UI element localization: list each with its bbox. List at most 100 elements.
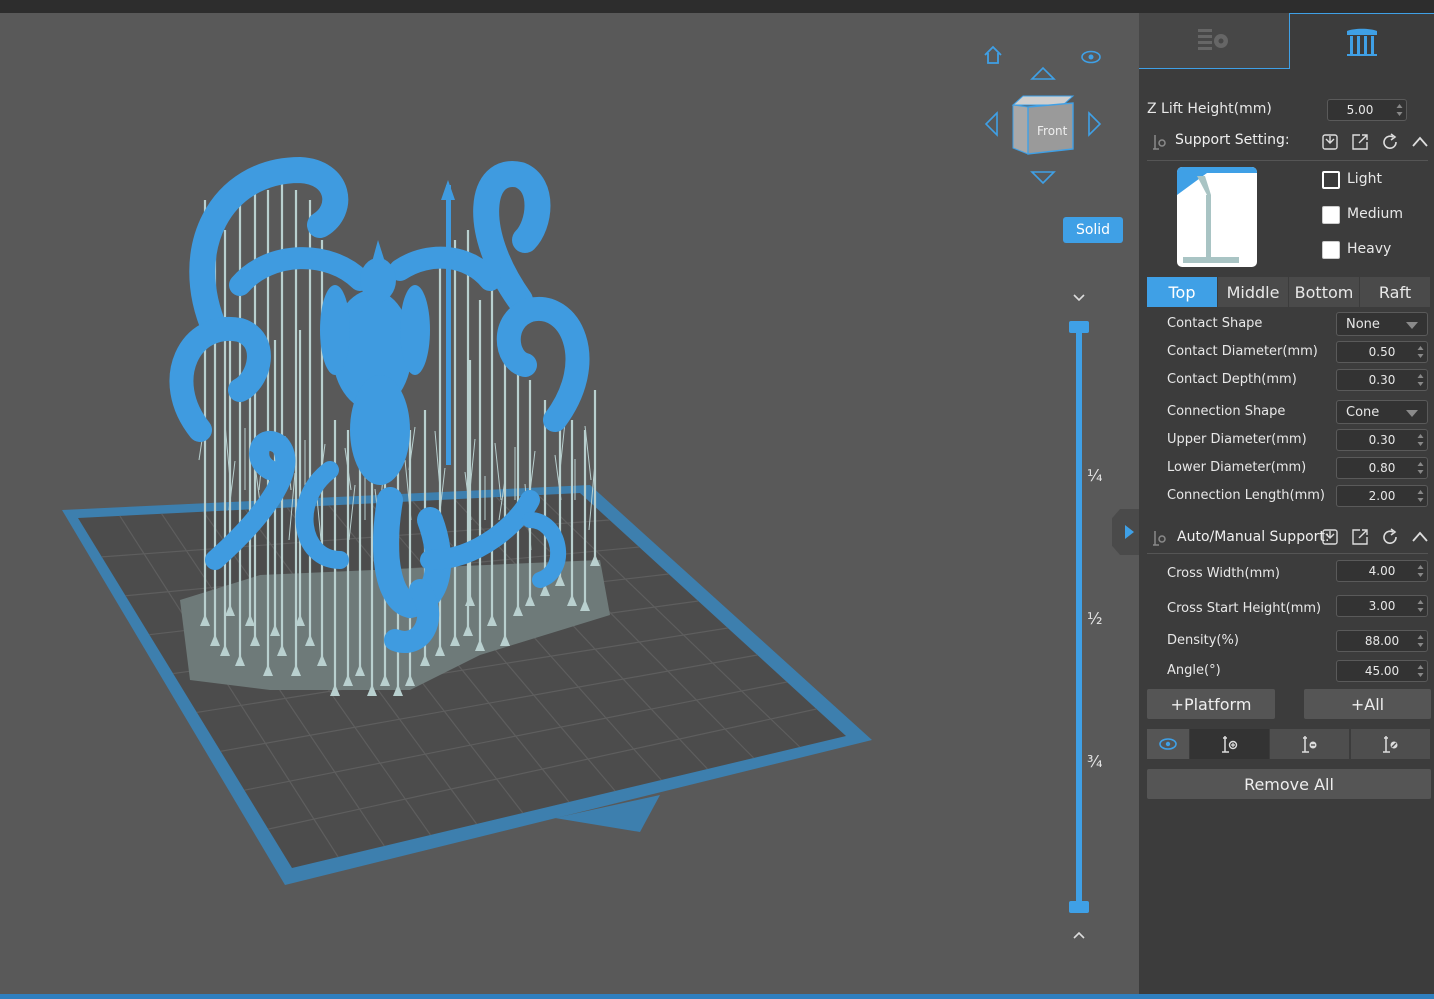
spinner-arrows-icon[interactable]: [1417, 563, 1424, 579]
spinner-arrows-icon[interactable]: [1417, 633, 1424, 649]
arrow-left-icon: [984, 111, 998, 137]
tab-raft[interactable]: Raft: [1360, 277, 1430, 307]
support-setting-title: Support Setting:: [1175, 132, 1290, 148]
layer-mark-half: ½: [1087, 609, 1103, 628]
list-gear-icon: [1198, 29, 1228, 50]
cross-start-height-input[interactable]: 3.00: [1336, 595, 1428, 617]
density-input[interactable]: 88.00: [1336, 630, 1428, 652]
remove-all-supports-button[interactable]: Remove All: [1147, 769, 1431, 799]
tab-support[interactable]: [1289, 13, 1434, 69]
connection-length-input[interactable]: 2.00: [1336, 485, 1428, 507]
upper-diameter-value: 0.30: [1368, 433, 1396, 447]
angle-value: 45.00: [1364, 664, 1400, 678]
upper-diameter-label: Upper Diameter(mm): [1167, 432, 1307, 447]
layer-slider-bottom-handle[interactable]: [1069, 901, 1089, 913]
auto-manual-title: Auto/Manual Support:: [1177, 529, 1330, 545]
add-all-support-button[interactable]: +All: [1304, 689, 1431, 719]
layer-up-button[interactable]: [1064, 920, 1094, 950]
angle-input[interactable]: 45.00: [1336, 660, 1428, 682]
tab-top[interactable]: Top: [1147, 277, 1217, 307]
spinner-arrows-icon[interactable]: [1417, 460, 1424, 476]
spinner-arrows-icon[interactable]: [1396, 102, 1403, 118]
collapse-up-icon[interactable]: [1411, 133, 1429, 151]
layer-down-button[interactable]: [1064, 283, 1094, 313]
support-columns-icon: [1347, 28, 1377, 56]
eye-icon: [1081, 50, 1101, 64]
connection-length-value: 2.00: [1368, 489, 1396, 503]
add-support-tool-button[interactable]: [1190, 729, 1269, 759]
z-lift-input[interactable]: 5.00: [1327, 99, 1407, 121]
tab-underline: [1139, 68, 1289, 69]
spinner-arrows-icon[interactable]: [1417, 372, 1424, 388]
contact-depth-label: Contact Depth(mm): [1167, 372, 1297, 387]
lower-diameter-value: 0.80: [1368, 461, 1396, 475]
export-icon[interactable]: [1351, 133, 1369, 151]
spinner-arrows-icon[interactable]: [1417, 663, 1424, 679]
tab-bottom[interactable]: Bottom: [1289, 277, 1359, 307]
spinner-arrows-icon[interactable]: [1417, 598, 1424, 614]
preset-light-checkbox[interactable]: [1322, 171, 1340, 189]
scene-render[interactable]: [0, 13, 1139, 994]
tab-middle[interactable]: Middle: [1218, 277, 1288, 307]
upper-diameter-input[interactable]: 0.30: [1336, 429, 1428, 451]
edit-support-tool-button[interactable]: [1351, 729, 1430, 759]
rotate-right-button[interactable]: [1080, 109, 1110, 139]
contact-diameter-value: 0.50: [1368, 345, 1396, 359]
home-view-button[interactable]: [978, 40, 1008, 70]
layer-slider-top-handle[interactable]: [1069, 321, 1089, 333]
title-bar: [0, 0, 1434, 13]
cross-width-value: 4.00: [1368, 564, 1396, 578]
lower-diameter-input[interactable]: 0.80: [1336, 457, 1428, 479]
preset-medium-checkbox[interactable]: [1322, 206, 1340, 224]
collapse-up-icon[interactable]: [1411, 528, 1429, 546]
import-icon[interactable]: [1321, 528, 1339, 546]
support-diagram-icon: [1177, 167, 1257, 263]
spinner-arrows-icon[interactable]: [1417, 344, 1424, 360]
rotate-down-button[interactable]: [1028, 163, 1058, 193]
arrow-down-icon: [1030, 171, 1056, 185]
dropdown-caret-icon: [1406, 322, 1418, 329]
home-icon: [984, 45, 1002, 64]
toggle-support-visibility-button[interactable]: [1147, 729, 1189, 759]
export-icon[interactable]: [1351, 528, 1369, 546]
add-platform-support-button[interactable]: +Platform: [1147, 689, 1275, 719]
import-icon[interactable]: [1321, 133, 1339, 151]
contact-depth-value: 0.30: [1368, 373, 1396, 387]
panel-collapse-tab[interactable]: [1112, 509, 1139, 555]
spinner-arrows-icon[interactable]: [1417, 488, 1424, 504]
preset-heavy-checkbox[interactable]: [1322, 241, 1340, 259]
density-label: Density(%): [1167, 633, 1239, 648]
tab-print-settings[interactable]: [1139, 13, 1289, 69]
view-cube[interactable]: Front: [1010, 93, 1076, 157]
remove-support-tool-button[interactable]: [1270, 729, 1349, 759]
z-lift-label: Z Lift Height(mm): [1147, 101, 1272, 117]
spinner-arrows-icon[interactable]: [1417, 432, 1424, 448]
connection-shape-label: Connection Shape: [1167, 404, 1286, 419]
solid-view-button[interactable]: Solid: [1063, 217, 1123, 243]
contact-shape-select[interactable]: None: [1336, 312, 1428, 336]
reset-icon[interactable]: [1381, 133, 1399, 151]
chevron-down-icon: [1073, 294, 1085, 302]
layer-mark-three-quarters: ¾: [1087, 752, 1103, 771]
z-lift-value: 5.00: [1346, 103, 1374, 117]
reset-icon[interactable]: [1381, 528, 1399, 546]
support-tool-icon: [1153, 135, 1166, 150]
rotate-left-button[interactable]: [976, 109, 1006, 139]
cross-width-input[interactable]: 4.00: [1336, 560, 1428, 582]
rotate-up-button[interactable]: [1028, 58, 1058, 88]
contact-diameter-input[interactable]: 0.50: [1336, 341, 1428, 363]
preset-light-label: Light: [1347, 171, 1382, 187]
section-divider: [1147, 160, 1428, 161]
visibility-button[interactable]: [1076, 42, 1106, 72]
support-tool-icon: [1153, 531, 1166, 546]
3d-viewport[interactable]: Front Solid ¼ ½ ¾: [0, 13, 1139, 994]
contact-depth-input[interactable]: 0.30: [1336, 369, 1428, 391]
dropdown-caret-icon: [1406, 410, 1418, 417]
cross-start-height-label: Cross Start Height(mm): [1167, 601, 1322, 616]
layer-slider-track[interactable]: [1076, 328, 1082, 906]
chevron-right-icon: [1124, 525, 1134, 539]
connection-shape-select[interactable]: Cone: [1336, 400, 1428, 424]
model-body[interactable]: [320, 180, 455, 485]
arrow-up-icon: [1030, 66, 1056, 80]
connection-length-label: Connection Length(mm): [1167, 488, 1325, 503]
